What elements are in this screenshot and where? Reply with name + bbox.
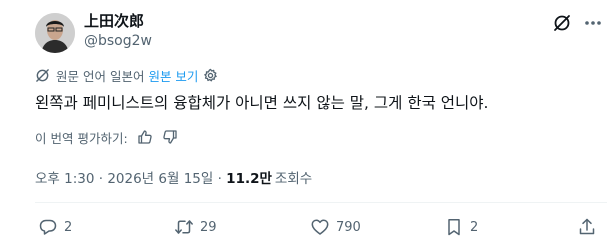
thumbs-down-icon[interactable]	[162, 129, 178, 145]
share-icon	[579, 218, 595, 235]
action-bar: 2 29 790 2	[0, 216, 607, 238]
tweet-meta: 오후 1:30 · 2026년 6월 15일 · 11.2만 조회수	[35, 167, 313, 187]
rate-translation: 이 번역 평가하기:	[35, 128, 178, 146]
reply-icon	[39, 219, 57, 235]
author-display-name[interactable]: 上田次郎	[84, 12, 144, 30]
views-count: 11.2만	[226, 171, 272, 187]
translate-icon	[36, 68, 49, 82]
views-label: 조회수	[274, 171, 313, 187]
share-button[interactable]	[577, 216, 597, 238]
show-original-link[interactable]: 원본 보기	[148, 66, 198, 85]
rate-translation-label: 이 번역 평가하기:	[35, 130, 128, 146]
settings-icon[interactable]	[203, 68, 218, 83]
retweet-count: 29	[200, 219, 217, 235]
divider	[35, 202, 607, 203]
more-icon[interactable]	[583, 13, 603, 33]
like-count: 790	[336, 219, 361, 235]
retweet-icon	[175, 220, 193, 234]
timestamp[interactable]: 오후 1:30 · 2026년 6월 15일 ·	[35, 167, 222, 187]
like-icon	[311, 219, 329, 235]
tweet-text: 왼쪽과 페미니스트의 융합체가 아니면 쓰지 않는 말, 그게 한국 언니야.	[35, 94, 489, 112]
avatar[interactable]	[35, 13, 75, 53]
reply-count: 2	[64, 219, 73, 235]
translation-label: 원문 언어 일본어	[56, 68, 145, 84]
retweet-button[interactable]: 29	[174, 216, 217, 238]
bookmark-button[interactable]: 2	[444, 216, 478, 238]
translation-notice: 원문 언어 일본어 원본 보기	[35, 66, 218, 84]
thumbs-up-icon[interactable]	[137, 129, 153, 145]
grok-icon[interactable]	[552, 13, 572, 33]
like-button[interactable]: 790	[310, 216, 361, 238]
bookmark-count: 2	[470, 219, 479, 235]
author-handle[interactable]: @bsog2w	[84, 32, 152, 50]
reply-button[interactable]: 2	[38, 216, 72, 238]
bookmark-icon	[448, 219, 460, 236]
